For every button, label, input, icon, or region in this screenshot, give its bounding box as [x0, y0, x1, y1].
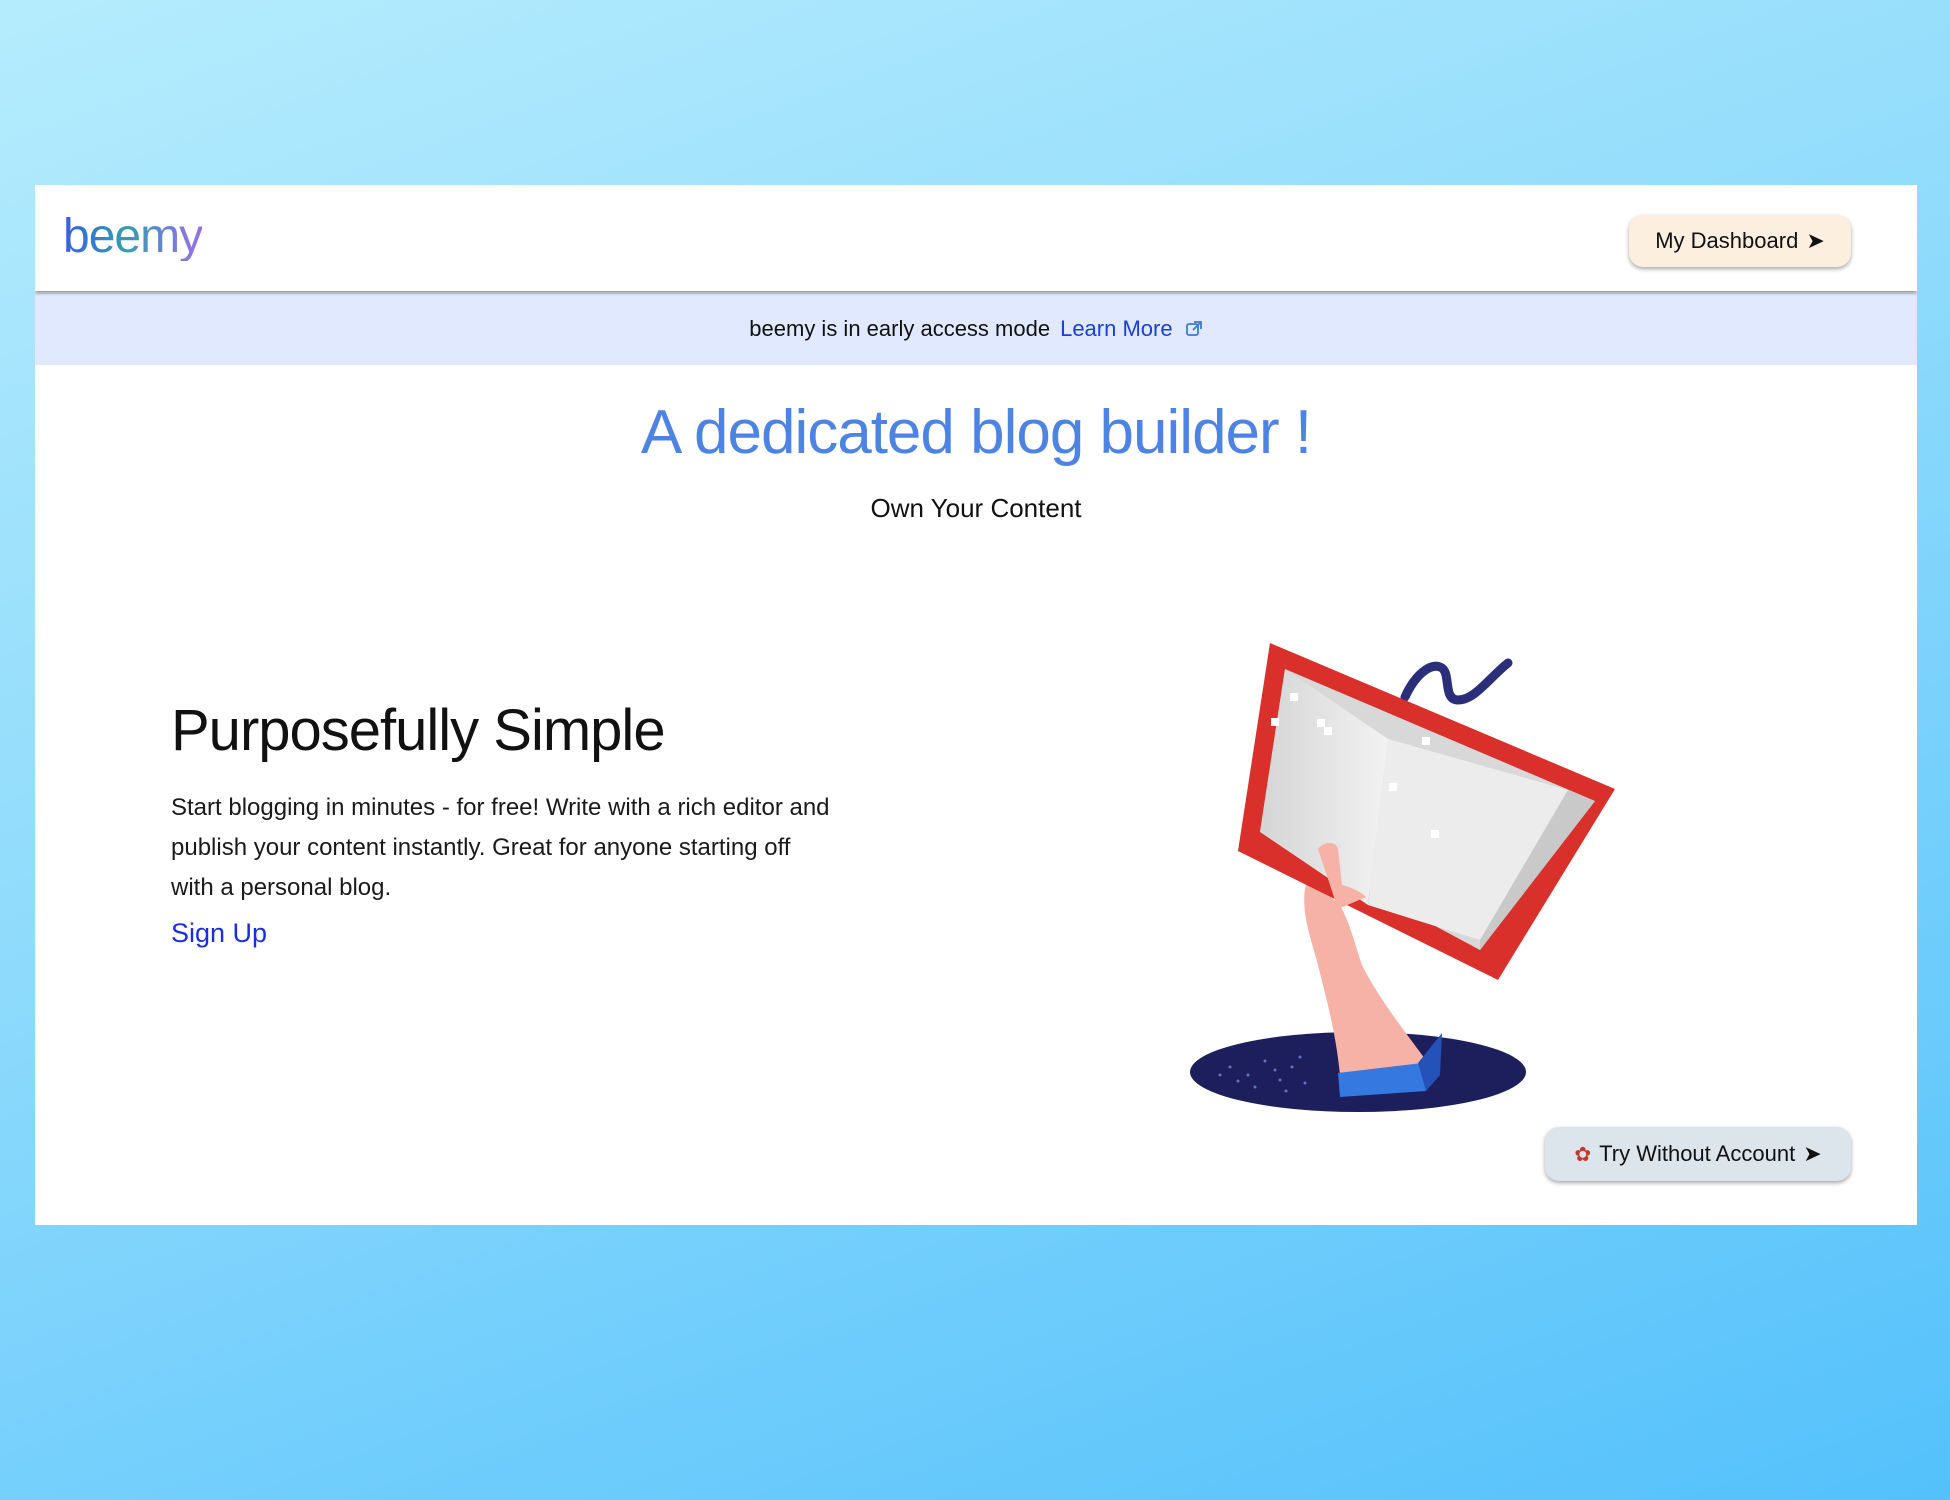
open-book [1238, 643, 1615, 980]
top-navbar: beemy My Dashboard ➤ [35, 185, 1917, 291]
try-without-account-label: Try Without Account [1599, 1141, 1796, 1166]
hero-title: A dedicated blog builder ! [640, 398, 1312, 467]
browser-page: beemy My Dashboard ➤ beemy is in early a… [35, 185, 1917, 1225]
try-without-account-button[interactable]: ✿ Try Without Account ➤ [1545, 1127, 1851, 1181]
learn-more-link[interactable]: Learn More [1060, 316, 1203, 342]
my-dashboard-label: My Dashboard [1655, 228, 1799, 253]
banner-text: beemy is in early access mode [749, 316, 1051, 341]
my-dashboard-button[interactable]: My Dashboard ➤ [1629, 215, 1851, 267]
bookmark-ribbon [1400, 658, 1513, 705]
feature-description: Start blogging in minutes - for free! Wr… [171, 794, 830, 901]
learn-more-label: Learn More [1060, 316, 1173, 341]
external-link-icon [1185, 321, 1202, 336]
octopus-icon: ✿ [1574, 1143, 1592, 1166]
beemy-logo[interactable]: beemy [63, 213, 203, 261]
arrow-right-icon: ➤ [1803, 1141, 1822, 1166]
feature-heading: Purposefully Simple [171, 698, 666, 763]
arrow-right-icon: ➤ [1806, 228, 1825, 253]
sign-up-link[interactable]: Sign Up [171, 918, 267, 949]
feature-section: Purposefully Simple Start blogging in mi… [171, 697, 851, 949]
hero-subtitle: Own Your Content [870, 493, 1082, 523]
early-access-banner: beemy is in early access mode Learn More [35, 293, 1917, 365]
hand-holding-book-illustration [1190, 643, 1615, 1112]
